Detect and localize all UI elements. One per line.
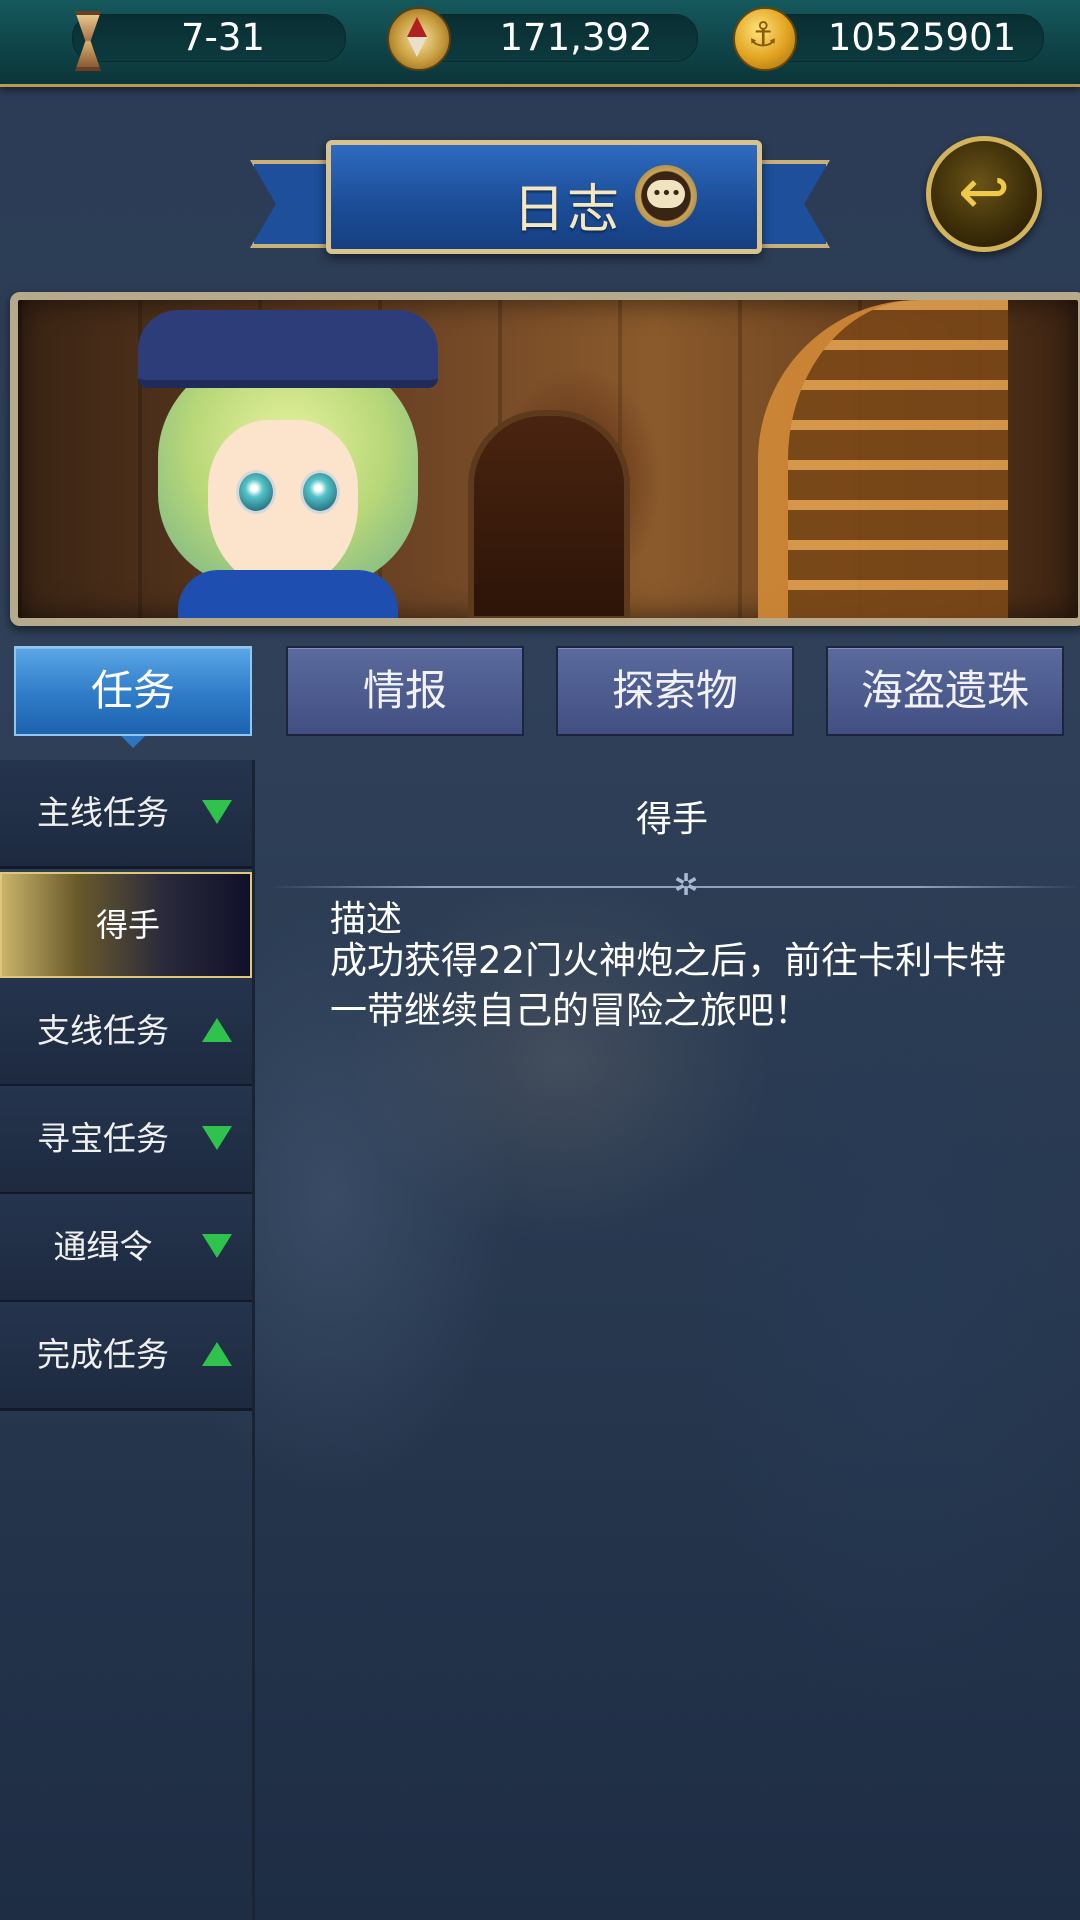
category-side-quest[interactable]: 支线任务 [0, 978, 252, 1087]
back-arrow-icon: ↩ [958, 155, 1010, 228]
category-label: 通缉令 [53, 1227, 153, 1266]
category-label: 主线任务 [37, 793, 169, 832]
quest-item-selected[interactable]: 得手 [0, 872, 252, 978]
resource-bar: 7-31 171,392 10525901 [0, 0, 1080, 87]
category-treasure-quest[interactable]: 寻宝任务 [0, 1086, 252, 1195]
collapse-up-icon [202, 1018, 232, 1042]
gold-resource[interactable]: 10525901 [733, 7, 1044, 71]
category-label: 寻宝任务 [37, 1119, 169, 1158]
door-illustration [468, 410, 630, 618]
collapse-up-icon [202, 1342, 232, 1366]
ornament-icon: ✲ [673, 868, 699, 903]
chat-icon[interactable] [635, 165, 697, 227]
gold-value: 10525901 [827, 16, 1017, 59]
category-list: 主线任务 得手 支线任务 寻宝任务 通缉令 完成任务 [0, 760, 255, 1920]
category-label: 完成任务 [37, 1335, 169, 1374]
banner-plate: 日志 [326, 140, 762, 254]
tab-intel[interactable]: 情报 [286, 646, 524, 736]
expand-down-icon [202, 1126, 232, 1150]
character-illustration [78, 310, 438, 618]
category-wanted[interactable]: 通缉令 [0, 1194, 252, 1303]
expand-down-icon [202, 1234, 232, 1258]
quest-item-label: 得手 [95, 906, 160, 944]
compass-value: 171,392 [499, 16, 653, 59]
expand-down-icon [202, 800, 232, 824]
stairs-illustration [758, 300, 1008, 618]
quest-title: 得手 [635, 799, 708, 840]
description-text: 成功获得22门火神炮之后，前往卡利卡特一带继续自己的冒险之旅吧！ [330, 939, 1007, 1032]
hourglass-icon [57, 7, 117, 71]
time-resource[interactable]: 7-31 [72, 11, 346, 71]
character-portrait [10, 292, 1080, 626]
category-label: 支线任务 [37, 1011, 169, 1050]
tab-explorations[interactable]: 探索物 [556, 646, 794, 736]
tab-tasks[interactable]: 任务 [14, 646, 252, 748]
category-completed[interactable]: 完成任务 [0, 1302, 252, 1411]
tab-pirate-treasures[interactable]: 海盗遗珠 [826, 646, 1064, 736]
gold-coin-icon [733, 7, 797, 71]
title-banner: 日志 [250, 130, 830, 260]
back-button[interactable]: ↩ [926, 136, 1042, 252]
category-main-quest[interactable]: 主线任务 [0, 760, 252, 869]
time-value: 7-31 [181, 16, 265, 59]
page-title: 日志 [512, 180, 621, 240]
compass-resource[interactable]: 171,392 [387, 7, 698, 71]
description-heading: 描述 [330, 899, 403, 940]
compass-icon [387, 7, 451, 71]
